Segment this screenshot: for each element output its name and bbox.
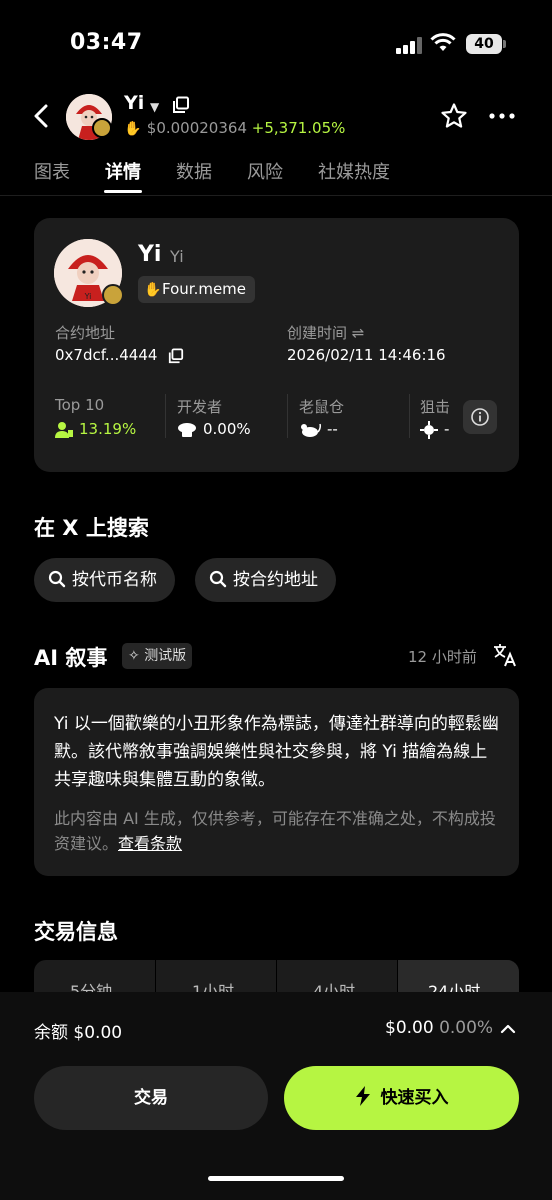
stat-divider: [287, 394, 288, 438]
tab-details[interactable]: 详情: [105, 158, 141, 184]
stat-sniper-label: 狙击: [420, 398, 451, 416]
info-icon: [471, 408, 489, 426]
lightning-icon: [355, 1086, 370, 1106]
trade-info-title: 交易信息: [34, 920, 118, 944]
search-by-address-label: 按合约地址: [233, 570, 318, 590]
tab-risk[interactable]: 风险: [247, 158, 283, 184]
stat-dev: 0.00%: [177, 420, 251, 438]
token-price: $0.00020364: [146, 119, 247, 137]
quick-buy-label: 快速买入: [380, 1088, 449, 1108]
chef-hat-icon: [178, 422, 196, 437]
token-header: Yi ▼ ✋ $0.00020364 +5,371.05%: [0, 86, 552, 146]
stat-top10: 13.19%: [55, 420, 136, 439]
favorite-star-icon[interactable]: [440, 102, 468, 130]
stat-dev-label: 开发者: [177, 398, 223, 416]
more-options-icon[interactable]: [488, 102, 516, 130]
status-bar: 03:47 40: [0, 0, 552, 80]
tab-data[interactable]: 数据: [176, 158, 212, 184]
active-tab-indicator: [104, 190, 142, 193]
holders-icon: [55, 421, 73, 438]
translate-icon[interactable]: [492, 642, 518, 668]
stat-dev-value: 0.00%: [203, 420, 251, 438]
ai-updated-time: 12 小时前: [408, 648, 477, 666]
card-token-symbol: Yi: [170, 247, 184, 266]
price-change: +5,371.05%: [251, 119, 346, 137]
token-info-card: Yi Yi Yi ✋Four.meme 合约地址 0x7dcf...4444 创…: [34, 218, 519, 472]
status-time: 03:47: [70, 30, 143, 55]
stat-sniper: 狙击 -: [420, 394, 460, 444]
search-icon: [209, 570, 227, 587]
search-by-name-label: 按代币名称: [72, 570, 157, 590]
stat-insider-label: 老鼠仓: [299, 398, 345, 416]
stat-divider: [409, 394, 410, 438]
copy-icon[interactable]: [168, 347, 184, 364]
stat-insider: --: [299, 420, 338, 438]
created-time: 2026/02/11 14:46:16: [287, 346, 446, 364]
card-token-name: Yi: [138, 242, 162, 267]
back-arrow-icon[interactable]: [28, 100, 54, 132]
platform-name: Four.meme: [162, 280, 247, 298]
battery-indicator: 40: [466, 34, 506, 54]
cellular-signal-icon: [396, 36, 424, 54]
balance-label: 余额 $0.00: [34, 1023, 123, 1043]
stat-insider-value: --: [327, 420, 338, 438]
search-by-name-button[interactable]: 按代币名称: [34, 558, 175, 602]
stat-sniper-value: -: [444, 420, 450, 438]
balance-value: $0.00: [385, 1018, 434, 1038]
avatar-caption: Yi: [84, 292, 92, 301]
crosshair-icon: [420, 420, 438, 439]
search-x-title: 在 X 上搜索: [34, 516, 149, 540]
chain-badge-icon: [92, 118, 112, 138]
search-icon: [48, 570, 66, 587]
tab-social[interactable]: 社媒热度: [318, 158, 390, 184]
contract-label: 合约地址: [55, 324, 116, 342]
platform-badge[interactable]: ✋Four.meme: [138, 276, 256, 303]
copy-icon[interactable]: [172, 96, 190, 114]
sparkle-icon: ✧: [128, 648, 140, 664]
beta-label: 测试版: [144, 648, 187, 664]
terms-link[interactable]: 查看条款: [118, 834, 182, 853]
stat-sniper-row: -: [420, 420, 449, 439]
search-by-address-button[interactable]: 按合约地址: [195, 558, 336, 602]
chevron-up-icon[interactable]: [500, 1022, 516, 1036]
stat-divider: [165, 394, 166, 438]
ai-narrative-text: Yi 以一個歡樂的小丑形象作為標誌，傳達社群導向的輕鬆幽默。該代幣敘事強調娛樂性…: [54, 714, 499, 790]
contract-address-value: 0x7dcf...4444: [55, 346, 158, 364]
created-label[interactable]: 创建时间 ⇌: [287, 322, 364, 343]
hand-wave-icon: ✋: [144, 282, 162, 298]
balance-summary[interactable]: $0.00 0.00%: [385, 1018, 493, 1038]
stat-top10-value: 13.19%: [79, 420, 137, 438]
detail-tabs: 图表 详情 数据 风险 社媒热度: [0, 150, 552, 196]
price-row: ✋ $0.00020364 +5,371.05%: [124, 119, 345, 137]
chain-badge-icon: [102, 284, 124, 306]
home-indicator: [208, 1176, 344, 1181]
ai-narrative-title: AI 叙事: [34, 646, 108, 670]
hand-wave-icon: ✋: [124, 121, 142, 137]
wifi-icon: [430, 33, 456, 51]
dropdown-caret-icon[interactable]: ▼: [150, 100, 159, 114]
stats-info-button[interactable]: [463, 400, 497, 434]
stat-top10-label: Top 10: [55, 396, 105, 414]
balance-pct: 0.00%: [439, 1018, 494, 1038]
contract-address[interactable]: 0x7dcf...4444: [55, 346, 190, 364]
token-name: Yi: [124, 92, 145, 114]
quick-buy-button[interactable]: 快速买入: [284, 1066, 519, 1130]
trade-button[interactable]: 交易: [34, 1066, 268, 1130]
rat-icon: [301, 423, 321, 437]
tab-chart[interactable]: 图表: [34, 158, 70, 184]
ai-disclaimer: 此内容由 AI 生成，仅供参考，可能存在不准确之处，不构成投资建议。查看条款: [54, 806, 499, 856]
ai-narrative-card: Yi 以一個歡樂的小丑形象作為標誌，傳達社群導向的輕鬆幽默。該代幣敘事強調娛樂性…: [34, 688, 519, 876]
beta-badge: ✧ 测试版: [122, 643, 193, 669]
bottom-trade-bar: 余额 $0.00 $0.00 0.00% 交易 快速买入: [0, 992, 552, 1200]
